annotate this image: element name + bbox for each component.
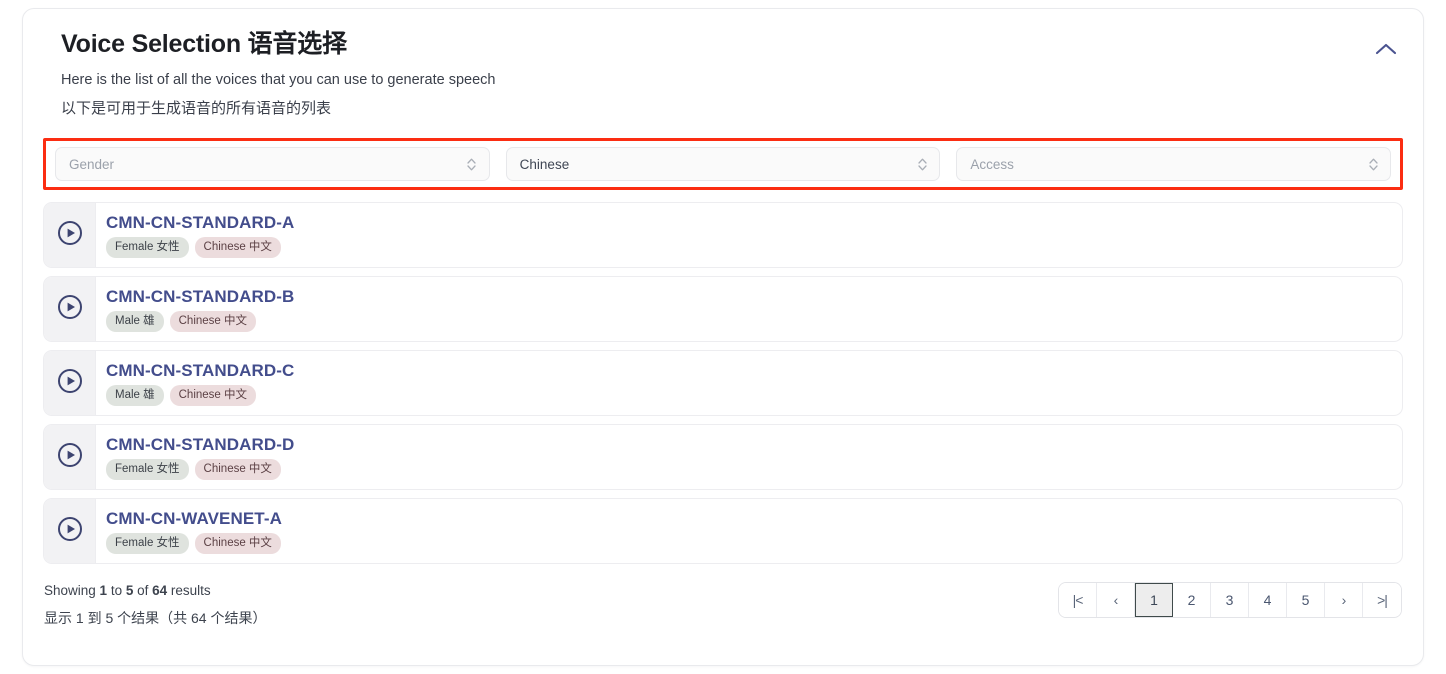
voice-name: CMN-CN-STANDARD-D — [106, 435, 295, 454]
language-badge: Chinese 中文 — [194, 237, 281, 258]
pagination-page-label: 1 — [1150, 592, 1158, 608]
pagination-page-4[interactable]: 4 — [1249, 583, 1287, 617]
voice-list-item[interactable]: CMN-CN-STANDARD-B Male 雄 Chinese 中文 — [43, 276, 1403, 342]
play-circle-icon — [57, 368, 83, 399]
pagination-last-button[interactable]: >| — [1363, 583, 1401, 617]
chevron-up-icon — [1375, 42, 1397, 59]
play-voice-button[interactable] — [44, 203, 96, 267]
gender-filter-select[interactable]: Gender — [55, 147, 490, 181]
language-filter-select[interactable]: Chinese — [505, 147, 941, 181]
voice-list: CMN-CN-STANDARD-A Female 女性 Chinese 中文 C… — [43, 202, 1403, 564]
gender-filter-value: Gender — [69, 156, 115, 172]
gender-badge: Female 女性 — [106, 237, 189, 258]
pagination-next-label: › — [1341, 592, 1347, 608]
play-circle-icon — [57, 442, 83, 473]
voice-name: CMN-CN-STANDARD-A — [106, 213, 295, 232]
voice-badges: Female 女性 Chinese 中文 — [106, 237, 1402, 258]
page-root: Voice Selection 语音选择 Here is the list of… — [0, 0, 1446, 674]
card-subtitle-zh: 以下是可用于生成语音的所有语音的列表 — [61, 100, 332, 117]
voice-list-item[interactable]: CMN-CN-STANDARD-D Female 女性 Chinese 中文 — [43, 424, 1403, 490]
results-prefix: Showing — [44, 583, 100, 598]
card-header: Voice Selection 语音选择 Here is the list of… — [43, 29, 1403, 119]
chevron-updown-icon — [1367, 156, 1379, 172]
language-badge: Chinese 中文 — [194, 459, 281, 480]
voice-info: CMN-CN-STANDARD-B Male 雄 Chinese 中文 — [96, 277, 1402, 341]
play-circle-icon — [57, 294, 83, 325]
voice-name: CMN-CN-STANDARD-B — [106, 287, 295, 306]
gender-badge: Female 女性 — [106, 533, 189, 554]
pagination-prev-button[interactable]: ‹ — [1097, 583, 1135, 617]
play-voice-button[interactable] — [44, 499, 96, 563]
filters-row: Gender Chinese Access — [55, 147, 1392, 181]
voice-badges: Male 雄 Chinese 中文 — [106, 385, 1402, 406]
results-mid1: to — [107, 583, 126, 598]
pagination-page-label: 2 — [1187, 592, 1196, 608]
pagination-page-5[interactable]: 5 — [1287, 583, 1325, 617]
gender-badge: Female 女性 — [106, 459, 189, 480]
play-circle-icon — [57, 220, 83, 251]
pagination-page-label: 3 — [1225, 592, 1234, 608]
results-mid2: of — [133, 583, 153, 598]
pagination-last-label: >| — [1377, 592, 1388, 608]
voice-list-item[interactable]: CMN-CN-WAVENET-A Female 女性 Chinese 中文 — [43, 498, 1403, 564]
voice-name: CMN-CN-WAVENET-A — [106, 509, 282, 528]
collapse-card-button[interactable] — [1369, 37, 1403, 63]
card-subtitle-en: Here is the list of all the voices that … — [61, 72, 496, 88]
pagination-page-2[interactable]: 2 — [1173, 583, 1211, 617]
results-from: 1 — [99, 583, 108, 598]
voice-name: CMN-CN-STANDARD-C — [106, 361, 295, 380]
language-badge: Chinese 中文 — [169, 385, 257, 406]
results-suffix: results — [167, 583, 211, 598]
voice-list-item[interactable]: CMN-CN-STANDARD-A Female 女性 Chinese 中文 — [43, 202, 1403, 268]
pagination-page-1[interactable]: 1 — [1135, 583, 1173, 617]
voice-badges: Male 雄 Chinese 中文 — [106, 311, 1402, 332]
pagination-prev-label: ‹ — [1113, 592, 1119, 608]
voice-info: CMN-CN-STANDARD-D Female 女性 Chinese 中文 — [96, 425, 1402, 489]
voice-info: CMN-CN-STANDARD-C Male 雄 Chinese 中文 — [96, 351, 1402, 415]
gender-badge: Male 雄 — [106, 385, 164, 406]
voice-info: CMN-CN-WAVENET-A Female 女性 Chinese 中文 — [96, 499, 1402, 563]
language-badge: Chinese 中文 — [169, 311, 257, 332]
language-badge: Chinese 中文 — [194, 533, 281, 554]
language-filter-value: Chinese — [519, 156, 570, 172]
access-filter-value: Access — [970, 156, 1014, 172]
play-circle-icon — [57, 516, 83, 547]
access-filter-select[interactable]: Access — [956, 147, 1392, 181]
pagination-page-label: 4 — [1263, 592, 1272, 608]
results-summary-zh: 显示 1 到 5 个结果（共 64 个结果） — [44, 610, 267, 626]
results-summary: Showing 1 to 5 of 64 results 显示 1 到 5 个结… — [43, 582, 266, 628]
results-summary-en: Showing 1 to 5 of 64 results — [44, 582, 266, 600]
pagination: |< ‹ 1 2 3 4 5 › >| — [1058, 582, 1402, 618]
gender-badge: Male 雄 — [106, 311, 164, 332]
play-voice-button[interactable] — [44, 277, 96, 341]
play-voice-button[interactable] — [44, 425, 96, 489]
pagination-page-3[interactable]: 3 — [1211, 583, 1249, 617]
voice-info: CMN-CN-STANDARD-A Female 女性 Chinese 中文 — [96, 203, 1402, 267]
results-total: 64 — [152, 583, 168, 598]
filters-section: Gender Chinese Access — [43, 138, 1403, 190]
pagination-page-label: 5 — [1301, 592, 1310, 608]
chevron-updown-icon — [916, 156, 928, 172]
voice-list-item[interactable]: CMN-CN-STANDARD-C Male 雄 Chinese 中文 — [43, 350, 1403, 416]
list-footer: Showing 1 to 5 of 64 results 显示 1 到 5 个结… — [43, 582, 1403, 628]
voice-badges: Female 女性 Chinese 中文 — [106, 533, 1402, 554]
pagination-first-label: |< — [1072, 592, 1084, 608]
voice-badges: Female 女性 Chinese 中文 — [106, 459, 1402, 480]
page-title: Voice Selection 语音选择 — [61, 30, 347, 58]
pagination-first-button[interactable]: |< — [1059, 583, 1097, 617]
play-voice-button[interactable] — [44, 351, 96, 415]
pagination-next-button[interactable]: › — [1325, 583, 1363, 617]
voice-selection-card: Voice Selection 语音选择 Here is the list of… — [22, 8, 1424, 666]
chevron-updown-icon — [466, 156, 478, 172]
